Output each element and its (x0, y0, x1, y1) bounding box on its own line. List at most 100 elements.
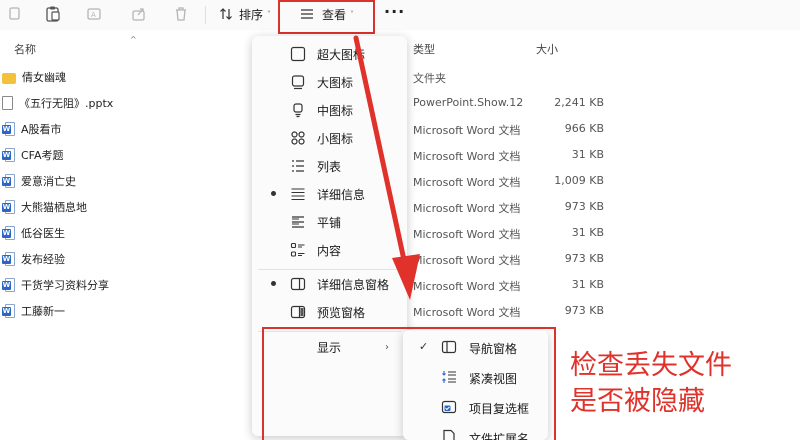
sort-label: 排序 (239, 7, 264, 22)
details-icon (290, 186, 306, 202)
folder-icon (2, 72, 16, 84)
menu-item-label: 大图标 (317, 75, 354, 90)
selected-indicator (271, 191, 276, 196)
menu-item-large-icons[interactable]: 大图标 (252, 68, 407, 96)
file-size: 973 KB (564, 304, 604, 317)
sort-ascending-icon: ^ (130, 35, 137, 44)
menu-item-label: 中图标 (317, 103, 354, 118)
menu-item-label: 详细信息 (317, 187, 366, 202)
file-row[interactable]: 倩女幽魂 (0, 65, 66, 89)
menu-item-list[interactable]: 列表 (252, 152, 407, 180)
large-icons-icon (290, 74, 306, 90)
file-size: 31 KB (571, 278, 604, 291)
share-icon[interactable] (130, 5, 148, 23)
file-size: 973 KB (564, 252, 604, 265)
word-icon: W (2, 148, 15, 162)
menu-item-label: 列表 (317, 159, 342, 174)
file-name: 工藤新一 (21, 305, 65, 318)
file-name: 干货学习资料分享 (21, 279, 109, 292)
menu-item-medium-icons[interactable]: 中图标 (252, 96, 407, 124)
file-type: Microsoft Word 文档 (413, 254, 521, 267)
file-name: 《五行无阻》.pptx (19, 97, 114, 110)
file-row[interactable]: W CFA考题 (0, 143, 64, 167)
file-type: Microsoft Word 文档 (413, 176, 521, 189)
file-type: Microsoft Word 文档 (413, 202, 521, 215)
sort-button[interactable]: 排序 ˅ (219, 3, 271, 25)
small-icons-icon (290, 130, 306, 146)
show-submenu-highlight (262, 327, 556, 440)
menu-item-label: 内容 (317, 243, 342, 258)
menu-item-details[interactable]: 详细信息 (252, 180, 407, 208)
file-size: 31 KB (571, 226, 604, 239)
annotation-text: 检查丢失文件 是否被隐藏 (570, 348, 732, 420)
file-type: 文件夹 (413, 72, 446, 85)
file-type: PowerPoint.Show.12 (413, 96, 524, 109)
file-row[interactable]: W 发布经验 (0, 247, 65, 271)
file-name: 爱意消亡史 (21, 175, 76, 188)
file-name: 低谷医生 (21, 227, 65, 240)
preview-pane-icon (290, 304, 306, 320)
toolbar-divider (205, 6, 206, 24)
file-size: 1,009 KB (554, 174, 604, 187)
rename-icon[interactable]: A (86, 5, 104, 23)
file-name: A股看市 (21, 123, 62, 136)
file-row[interactable]: 《五行无阻》.pptx (0, 91, 113, 115)
file-size: 973 KB (564, 200, 604, 213)
extra-large-icons-icon (290, 46, 306, 62)
file-size: 2,241 KB (554, 96, 604, 109)
chevron-down-icon: ˅ (267, 9, 272, 19)
file-row[interactable]: W A股看市 (0, 117, 62, 141)
word-icon: W (2, 200, 15, 214)
file-name: 倩女幽魂 (22, 71, 66, 84)
file-type: Microsoft Word 文档 (413, 228, 521, 241)
file-type: Microsoft Word 文档 (413, 280, 521, 293)
word-icon: W (2, 252, 15, 266)
medium-icons-icon (290, 102, 306, 118)
paste-icon[interactable] (44, 5, 62, 23)
word-icon: W (2, 122, 15, 136)
tiles-icon (290, 214, 306, 230)
command-bar: A 排序 ˅ 查看 ˅ ··· (0, 0, 800, 30)
svg-text:A: A (91, 11, 96, 19)
menu-item-label: 平铺 (317, 215, 342, 230)
sort-icon (219, 7, 233, 21)
delete-icon[interactable] (172, 5, 190, 23)
file-row[interactable]: W 工藤新一 (0, 299, 65, 323)
menu-item-content[interactable]: 内容 (252, 236, 407, 264)
file-size: 31 KB (571, 148, 604, 161)
copy-icon[interactable] (6, 5, 24, 23)
word-icon: W (2, 174, 15, 188)
file-type: Microsoft Word 文档 (413, 150, 521, 163)
file-name: CFA考题 (21, 149, 64, 162)
menu-item-tiles[interactable]: 平铺 (252, 208, 407, 236)
file-name: 大熊猫栖息地 (21, 201, 87, 214)
menu-item-label: 详细信息窗格 (317, 277, 390, 292)
column-header-name[interactable]: 名称 (14, 41, 36, 57)
menu-item-label: 小图标 (317, 131, 354, 146)
column-header-type[interactable]: 类型 (413, 41, 435, 57)
word-icon: W (2, 304, 15, 318)
file-row[interactable]: W 大熊猫栖息地 (0, 195, 87, 219)
list-icon (290, 158, 306, 174)
menu-item-small-icons[interactable]: 小图标 (252, 124, 407, 152)
selected-indicator (271, 281, 276, 286)
file-name: 发布经验 (21, 253, 65, 266)
menu-item-extra-large-icons[interactable]: 超大图标 (252, 40, 407, 68)
word-icon: W (2, 226, 15, 240)
file-row[interactable]: W 低谷医生 (0, 221, 65, 245)
details-pane-icon (290, 276, 306, 292)
file-row[interactable]: W 爱意消亡史 (0, 169, 76, 193)
file-size: 966 KB (564, 122, 604, 135)
more-options-button[interactable]: ··· (384, 2, 405, 21)
file-type: Microsoft Word 文档 (413, 124, 521, 137)
content-icon (290, 242, 306, 258)
menu-item-preview-pane[interactable]: 预览窗格 (252, 298, 407, 326)
menu-item-label: 超大图标 (317, 47, 366, 62)
annotation-line-1: 检查丢失文件 (570, 350, 732, 381)
menu-item-label: 预览窗格 (317, 305, 366, 320)
menu-item-details-pane[interactable]: 详细信息窗格 (252, 270, 407, 298)
file-row[interactable]: W 干货学习资料分享 (0, 273, 109, 297)
annotation-line-2: 是否被隐藏 (570, 386, 705, 417)
view-button-highlight (278, 0, 375, 34)
column-header-size[interactable]: 大小 (536, 41, 558, 57)
